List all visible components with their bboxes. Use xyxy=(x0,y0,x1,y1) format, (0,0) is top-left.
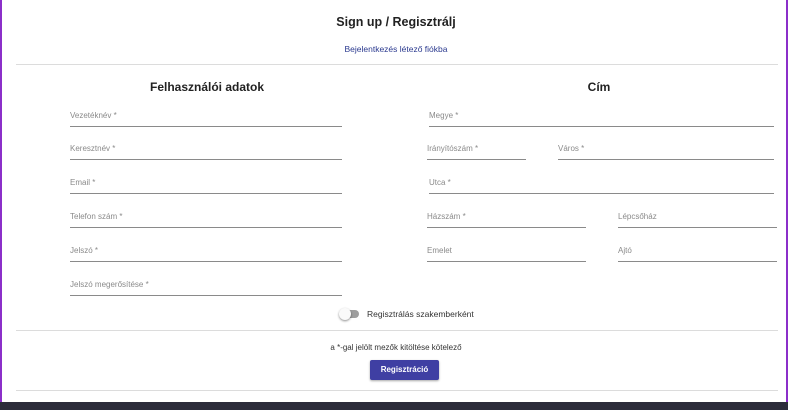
password-placeholder: Jelszó * xyxy=(70,246,99,255)
floor-placeholder: Emelet xyxy=(427,246,452,255)
first-name-placeholder: Keresztnév * xyxy=(70,144,116,153)
header-divider xyxy=(16,64,778,65)
phone-field[interactable]: Telefon szám * xyxy=(70,204,342,228)
page-title: Sign up / Regisztrálj xyxy=(336,15,456,29)
password-confirm-placeholder: Jelszó megerősítése * xyxy=(70,280,149,289)
email-placeholder: Email * xyxy=(70,178,96,187)
floor-field[interactable]: Emelet xyxy=(427,238,586,262)
expert-toggle-label: Regisztrálás szakemberként xyxy=(367,309,474,319)
county-placeholder: Megye * xyxy=(429,111,459,120)
staircase-field[interactable]: Lépcsőház xyxy=(618,204,777,228)
county-field[interactable]: Megye * xyxy=(429,103,774,127)
door-field[interactable]: Ajtó xyxy=(618,238,777,262)
bottom-divider xyxy=(16,390,778,391)
zip-placeholder: Irányítószám * xyxy=(427,144,479,153)
password-confirm-field[interactable]: Jelszó megerősítése * xyxy=(70,272,342,296)
email-field[interactable]: Email * xyxy=(70,170,342,194)
city-placeholder: Város * xyxy=(558,144,585,153)
footer-divider xyxy=(16,330,778,331)
first-name-field[interactable]: Keresztnév * xyxy=(70,136,342,160)
address-section-title: Cím xyxy=(587,80,611,94)
login-link[interactable]: Bejelentkezés létező fiókba xyxy=(2,44,788,54)
staircase-placeholder: Lépcsőház xyxy=(618,212,657,221)
required-note: a *-gal jelölt mezők kitöltése kötelező xyxy=(330,343,462,352)
register-button[interactable]: Regisztráció xyxy=(370,360,439,380)
door-placeholder: Ajtó xyxy=(618,246,632,255)
password-field[interactable]: Jelszó * xyxy=(70,238,342,262)
house-number-placeholder: Házszám * xyxy=(427,212,466,221)
toggle-thumb xyxy=(339,308,351,320)
personal-section-title: Felhasználói adatok xyxy=(149,80,265,94)
street-placeholder: Utca * xyxy=(429,178,451,187)
zip-field[interactable]: Irányítószám * xyxy=(427,136,526,160)
street-field[interactable]: Utca * xyxy=(429,170,774,194)
phone-placeholder: Telefon szám * xyxy=(70,212,123,221)
city-field[interactable]: Város * xyxy=(558,136,774,160)
last-name-field[interactable]: Vezetéknév * xyxy=(70,103,342,127)
bottom-edge xyxy=(0,402,788,410)
signup-page: Sign up / Regisztrálj Bejelentkezés léte… xyxy=(0,0,788,410)
house-number-field[interactable]: Házszám * xyxy=(427,204,586,228)
last-name-placeholder: Vezetéknév * xyxy=(70,111,117,120)
expert-toggle[interactable] xyxy=(339,308,361,320)
